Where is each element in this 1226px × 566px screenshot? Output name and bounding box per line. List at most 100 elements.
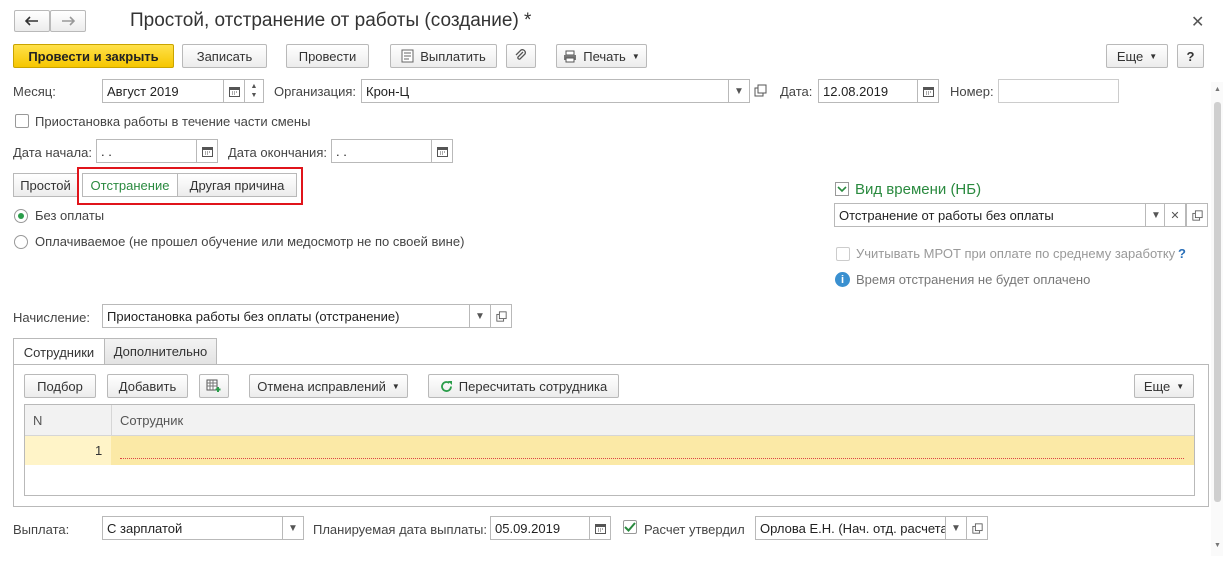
clear-icon[interactable]: ✕ (1164, 203, 1186, 227)
month-field[interactable]: Август 2019 (102, 79, 224, 103)
add-button[interactable]: Добавить (107, 374, 188, 398)
approver-field[interactable]: Орлова Е.Н. (Нач. отд. расчета (755, 516, 946, 540)
calendar-icon[interactable] (589, 516, 611, 540)
info-text: Время отстранения не будет оплачено (856, 272, 1091, 287)
collapse-toggle-icon[interactable] (835, 182, 849, 196)
accrual-field[interactable]: Приостановка работы без оплаты (отстране… (102, 304, 470, 328)
dropdown-arrow-icon: ▼ (391, 381, 400, 391)
recalc-label: Пересчитать сотрудника (458, 378, 608, 394)
column-n-header[interactable]: N (33, 413, 42, 428)
dropdown-arrow-icon[interactable]: ▼ (282, 516, 304, 540)
partial-shift-label: Приостановка работы в течение части смен… (35, 114, 311, 129)
unpaid-label: Без оплаты (35, 208, 105, 223)
calendar-icon[interactable] (917, 79, 939, 103)
end-date-field[interactable]: . . (331, 139, 432, 163)
dropdown-arrow-icon[interactable]: ▼ (469, 304, 491, 328)
calendar-icon[interactable] (431, 139, 453, 163)
more-button[interactable]: Еще ▼ (1106, 44, 1168, 68)
calendar-icon[interactable] (196, 139, 218, 163)
date-label: Дата: (780, 84, 813, 99)
time-type-field[interactable]: Отстранение от работы без оплаты (834, 203, 1146, 227)
refresh-icon (440, 380, 452, 392)
paid-radio[interactable] (14, 235, 28, 249)
mrot-label: Учитывать МРОТ при оплате по среднему за… (856, 246, 1176, 261)
approved-checkbox[interactable] (623, 520, 637, 534)
open-icon[interactable] (490, 304, 512, 328)
scroll-down-icon[interactable]: ▼ (1214, 542, 1221, 549)
mrot-help-icon[interactable]: ? (1178, 246, 1186, 261)
paperclip-icon (515, 49, 526, 60)
open-icon[interactable] (754, 84, 767, 97)
dropdown-arrow-icon[interactable]: ▼ (945, 516, 967, 540)
document-pay-icon (401, 49, 414, 63)
column-divider (111, 405, 112, 436)
pay-button[interactable]: Выплатить (390, 44, 497, 68)
start-date-label: Дата начала: (13, 145, 92, 160)
end-date-label: Дата окончания: (228, 145, 327, 160)
dropdown-arrow-icon[interactable]: ▼ (728, 79, 750, 103)
unpaid-radio[interactable] (14, 209, 28, 223)
start-date-field[interactable]: . . (96, 139, 197, 163)
column-employee-header[interactable]: Сотрудник (120, 413, 183, 428)
attach-button[interactable] (506, 44, 536, 68)
more-button-label: Еще (1116, 48, 1144, 64)
partial-shift-checkbox[interactable] (15, 114, 29, 128)
open-icon[interactable] (966, 516, 988, 540)
arrow-left-icon (25, 16, 38, 26)
table-add-icon (206, 379, 221, 392)
select-button[interactable]: Подбор (24, 374, 96, 398)
cancel-fix-button[interactable]: Отмена исправлений ▼ (249, 374, 408, 398)
back-button[interactable] (14, 10, 50, 32)
arrow-right-icon (62, 16, 75, 26)
tab-additional[interactable]: Дополнительно (104, 338, 217, 364)
scroll-up-icon[interactable]: ▲ (1214, 86, 1221, 93)
tab-employees[interactable]: Сотрудники (13, 338, 105, 365)
print-button-label: Печать (583, 48, 626, 64)
recalc-button[interactable]: Пересчитать сотрудника (428, 374, 619, 398)
post-button[interactable]: Провести (286, 44, 369, 68)
number-field[interactable] (998, 79, 1119, 103)
table-header: N Сотрудник (25, 405, 1194, 436)
save-button[interactable]: Записать (182, 44, 267, 68)
window-title: Простой, отстранение от работы (создание… (130, 10, 532, 31)
open-icon[interactable] (1186, 203, 1208, 227)
info-icon: i (835, 272, 850, 287)
number-label: Номер: (950, 84, 994, 99)
plan-date-label: Планируемая дата выплаты: (313, 522, 487, 537)
plan-date-field[interactable]: 05.09.2019 (490, 516, 590, 540)
employee-cell[interactable] (120, 443, 1184, 459)
month-stepper[interactable]: ▲ ▼ (244, 79, 264, 103)
print-button[interactable]: Печать ▼ (556, 44, 647, 68)
dropdown-arrow-icon: ▼ (1176, 381, 1185, 391)
row-number: 1 (95, 443, 103, 458)
organization-field[interactable]: Крон-Ц (361, 79, 729, 103)
segment-downtime[interactable]: Простой (13, 173, 78, 197)
cancel-fix-label: Отмена исправлений (257, 378, 386, 394)
mrot-checkbox[interactable] (836, 247, 850, 261)
approved-label: Расчет утвердил (644, 522, 745, 537)
payout-field[interactable]: С зарплатой (102, 516, 283, 540)
payout-label: Выплата: (13, 522, 70, 537)
help-button[interactable]: ? (1177, 44, 1204, 68)
pay-button-label: Выплатить (420, 48, 486, 64)
highlight-frame (77, 167, 303, 205)
organization-label: Организация: (274, 84, 357, 99)
table-more-button[interactable]: Еще ▼ (1134, 374, 1194, 398)
stepper-down-icon[interactable]: ▼ (251, 91, 258, 100)
table-row[interactable]: 1 (25, 436, 1194, 465)
stepper-up-icon[interactable]: ▲ (251, 82, 258, 91)
printer-icon (564, 50, 577, 62)
close-icon[interactable]: ✕ (1191, 12, 1204, 32)
date-field[interactable]: 12.08.2019 (818, 79, 918, 103)
vertical-scrollbar[interactable]: ▲ ▼ (1211, 82, 1223, 556)
calendar-icon[interactable] (223, 79, 245, 103)
dropdown-arrow-icon: ▼ (1149, 51, 1158, 61)
checkmark-icon (624, 522, 636, 532)
add-row-button[interactable] (199, 374, 229, 398)
table-more-label: Еще (1143, 378, 1171, 394)
forward-button[interactable] (50, 10, 86, 32)
scrollbar-thumb[interactable] (1214, 102, 1221, 502)
post-and-close-button[interactable]: Провести и закрыть (13, 44, 174, 68)
time-type-title: Вид времени (НБ) (855, 181, 982, 198)
paid-label: Оплачиваемое (не прошел обучение или мед… (35, 234, 465, 249)
